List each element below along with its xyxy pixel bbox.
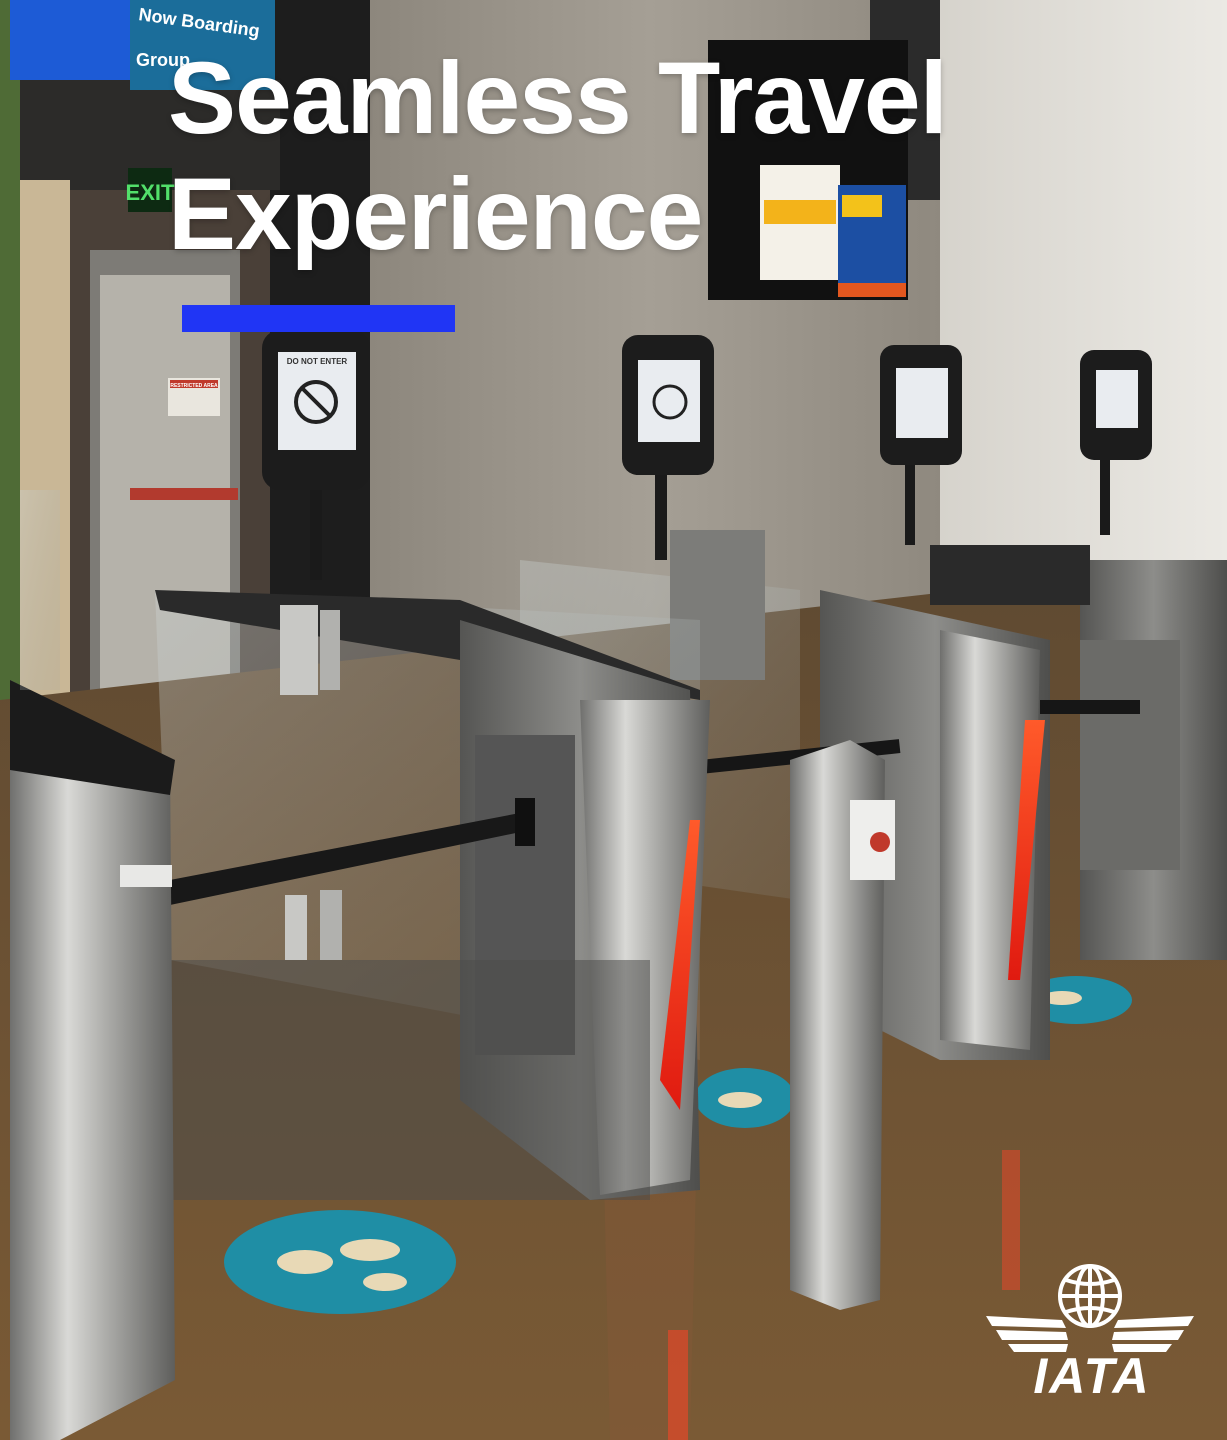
svg-text:DO NOT ENTER: DO NOT ENTER bbox=[287, 357, 348, 366]
steel-post bbox=[790, 740, 895, 1310]
white-wall bbox=[940, 0, 1227, 560]
headline: Seamless Travel Experience bbox=[168, 40, 948, 272]
headline-line-1: Seamless Travel bbox=[168, 41, 948, 155]
iata-wordmark: IATA bbox=[1033, 1348, 1151, 1404]
poster: RESTRICTED AREA EXIT Now Boarding Group bbox=[0, 0, 1227, 1440]
boarding-screen-left bbox=[10, 0, 130, 80]
restricted-sign: RESTRICTED AREA bbox=[170, 383, 218, 389]
accent-bar bbox=[182, 305, 455, 332]
plant-wall bbox=[0, 0, 20, 720]
headline-line-2: Experience bbox=[168, 157, 703, 271]
